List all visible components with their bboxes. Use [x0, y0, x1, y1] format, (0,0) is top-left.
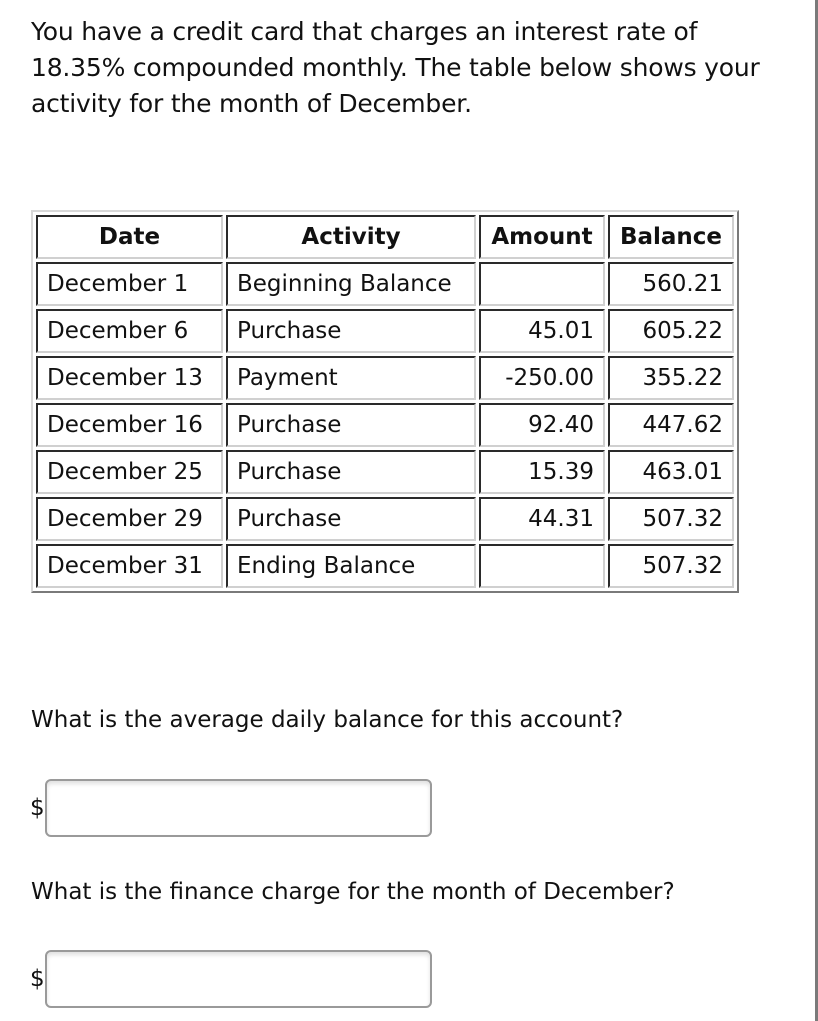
cell-activity: Ending Balance — [226, 544, 476, 588]
header-balance: Balance — [608, 215, 734, 259]
cell-activity: Purchase — [226, 403, 476, 447]
cell-activity: Payment — [226, 356, 476, 400]
table-row: December 1 Beginning Balance 560.21 — [36, 262, 734, 306]
activity-table-container: Date Activity Amount Balance December 1 … — [31, 210, 739, 593]
cell-amount: 92.40 — [479, 403, 605, 447]
cell-date: December 6 — [36, 309, 223, 353]
cell-date: December 1 — [36, 262, 223, 306]
cell-amount: 45.01 — [479, 309, 605, 353]
cell-date: December 13 — [36, 356, 223, 400]
cell-balance: 463.01 — [608, 450, 734, 494]
answer-row-finance-charge: $ — [30, 950, 432, 1008]
cell-amount: -250.00 — [479, 356, 605, 400]
header-date: Date — [36, 215, 223, 259]
answer-row-average-daily-balance: $ — [30, 779, 432, 837]
header-amount: Amount — [479, 215, 605, 259]
cell-amount — [479, 262, 605, 306]
table-row: December 25 Purchase 15.39 463.01 — [36, 450, 734, 494]
cell-activity: Purchase — [226, 309, 476, 353]
cell-balance: 355.22 — [608, 356, 734, 400]
question-average-daily-balance: What is the average daily balance for th… — [31, 707, 624, 733]
table-row: December 16 Purchase 92.40 447.62 — [36, 403, 734, 447]
cell-date: December 29 — [36, 497, 223, 541]
cell-balance: 507.32 — [608, 544, 734, 588]
header-activity: Activity — [226, 215, 476, 259]
cell-balance: 507.32 — [608, 497, 734, 541]
cell-balance: 560.21 — [608, 262, 734, 306]
problem-statement: You have a credit card that charges an i… — [31, 17, 760, 118]
cell-activity: Purchase — [226, 450, 476, 494]
cell-date: December 31 — [36, 544, 223, 588]
table-row: December 29 Purchase 44.31 507.32 — [36, 497, 734, 541]
cell-balance: 447.62 — [608, 403, 734, 447]
cell-activity: Beginning Balance — [226, 262, 476, 306]
question-finance-charge: What is the finance charge for the month… — [31, 879, 675, 905]
table-row: December 31 Ending Balance 507.32 — [36, 544, 734, 588]
table-header-row: Date Activity Amount Balance — [36, 215, 734, 259]
cell-amount: 44.31 — [479, 497, 605, 541]
dollar-prefix: $ — [30, 966, 45, 992]
table-row: December 6 Purchase 45.01 605.22 — [36, 309, 734, 353]
dollar-prefix: $ — [30, 795, 45, 821]
cell-activity: Purchase — [226, 497, 476, 541]
finance-charge-input[interactable] — [45, 950, 432, 1008]
activity-table: Date Activity Amount Balance December 1 … — [31, 210, 739, 593]
average-daily-balance-input[interactable] — [45, 779, 432, 837]
cell-balance: 605.22 — [608, 309, 734, 353]
table-row: December 13 Payment -250.00 355.22 — [36, 356, 734, 400]
cell-amount — [479, 544, 605, 588]
cell-date: December 25 — [36, 450, 223, 494]
cell-date: December 16 — [36, 403, 223, 447]
cell-amount: 15.39 — [479, 450, 605, 494]
